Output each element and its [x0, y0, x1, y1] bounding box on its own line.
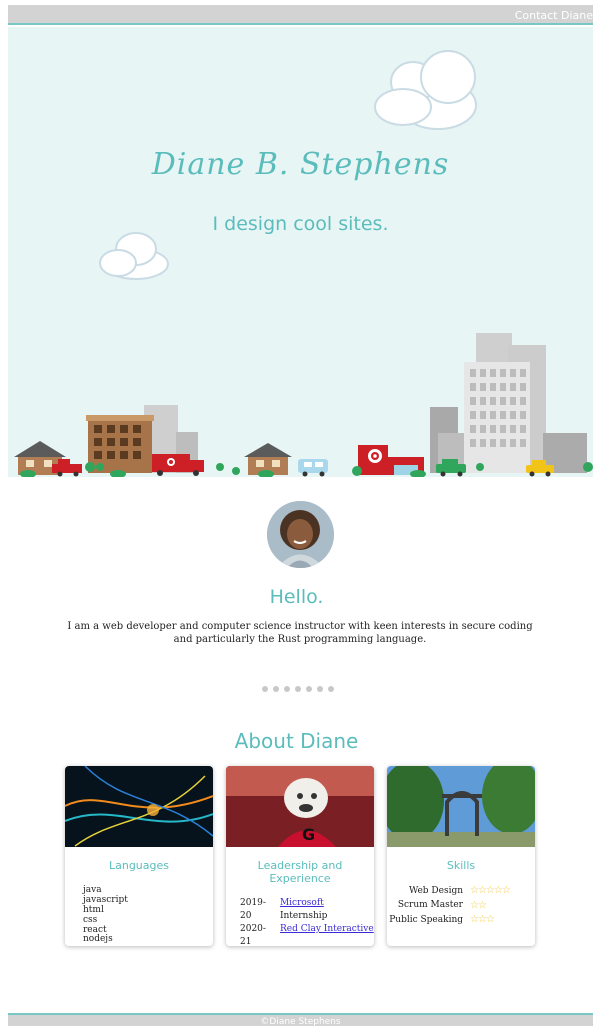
- carousel-dot[interactable]: [273, 686, 279, 692]
- skill-name: Web Design: [408, 885, 463, 896]
- skill-name: Scrum Master: [397, 900, 463, 911]
- language-item: nodejs: [83, 934, 113, 945]
- experience-row: 2019-20 Microsoft Internship: [240, 897, 374, 923]
- intro-bio: I am a web developer and computer scienc…: [67, 621, 533, 645]
- experience-title: Leadership and Experience: [257, 859, 343, 885]
- experience-card: G Leadership and Experience 2019-20 Micr…: [226, 766, 374, 946]
- experience-year: 2020-21: [240, 924, 266, 946]
- cloud-icon: [99, 232, 169, 280]
- language-item: html: [83, 904, 104, 915]
- languages-title: Languages: [108, 859, 170, 872]
- hero-subtitle: I design cool sites.: [212, 213, 389, 235]
- carousel-dot[interactable]: [284, 686, 290, 692]
- skill-row: Scrum Master ☆☆: [387, 899, 535, 914]
- carousel-dot[interactable]: [262, 686, 268, 692]
- languages-card: Languages java javascript html css react…: [65, 766, 213, 946]
- carousel-dot[interactable]: [317, 686, 323, 692]
- intro-heading: Hello.: [269, 586, 324, 608]
- experience-org-link[interactable]: Red Clay Interactive: [280, 924, 374, 934]
- star-rating-icon: ☆☆: [470, 899, 487, 911]
- target-store: [358, 445, 424, 475]
- star-rating-icon: ☆☆☆☆☆: [470, 885, 511, 896]
- star-rating-icon: ☆☆☆: [470, 914, 495, 925]
- campus-arch-image: [387, 766, 535, 847]
- svg-text:G: G: [302, 825, 315, 844]
- experience-role: Internship: [279, 911, 328, 922]
- experience-org-link[interactable]: Microsoft: [280, 898, 324, 908]
- profile-avatar: [267, 501, 334, 568]
- languages-list: java javascript html css react nodejs: [83, 885, 213, 945]
- top-nav-bar: Contact Diane: [8, 5, 593, 25]
- skills-card: Skills Web Design ☆☆☆☆☆ Scrum Master ☆☆ …: [387, 766, 535, 946]
- experience-list: 2019-20 Microsoft Internship 2020-21 Red…: [240, 897, 374, 946]
- carousel-indicators: [262, 686, 334, 692]
- experience-row: 2020-21 Red Clay Interactive: [240, 923, 374, 946]
- brick-building: [86, 415, 154, 473]
- skills-list: Web Design ☆☆☆☆☆ Scrum Master ☆☆ Public …: [387, 884, 535, 928]
- skills-title: Skills: [446, 859, 476, 872]
- cloud-icon: [374, 50, 477, 130]
- cityscape-illustration: [14, 50, 593, 477]
- skill-name: Public Speaking: [389, 914, 463, 925]
- hero-title: Diane B. Stephens: [151, 147, 450, 182]
- experience-year: 2019-20: [240, 898, 266, 922]
- hero-banner: Diane B. Stephens I design cool sites.: [8, 27, 593, 477]
- skill-row: Web Design ☆☆☆☆☆: [387, 884, 535, 899]
- about-heading: About Diane: [234, 729, 359, 753]
- bulldog-mascot-image: G: [226, 766, 374, 847]
- contact-link[interactable]: Contact Diane: [515, 9, 593, 22]
- carousel-dot[interactable]: [306, 686, 312, 692]
- page: Contact Diane Diane B. Stephens I design…: [0, 0, 593, 1026]
- copyright-text: ©Diane Stephens: [260, 1017, 341, 1026]
- skill-row: Public Speaking ☆☆☆: [387, 913, 535, 928]
- carousel-dot[interactable]: [295, 686, 301, 692]
- circuit-image: [65, 766, 213, 847]
- footer: ©Diane Stephens: [8, 1013, 593, 1026]
- carousel-dot[interactable]: [328, 686, 334, 692]
